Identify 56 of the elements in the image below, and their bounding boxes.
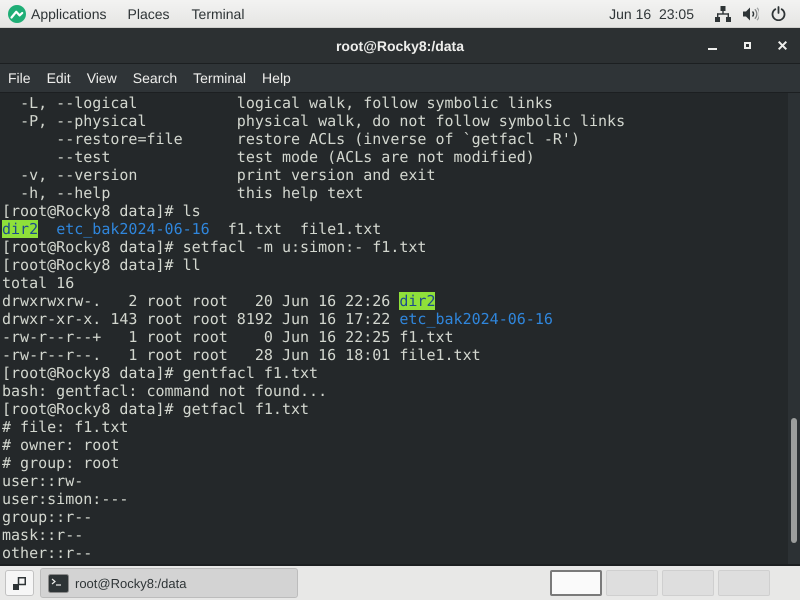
terminal-line: -L, --logical logical walk, follow symbolic links <box>20 94 553 112</box>
top-menu[interactable]: Places <box>116 0 181 27</box>
menu-item[interactable]: View <box>78 64 125 92</box>
top-menu[interactable]: Applications <box>0 0 116 27</box>
squares-icon <box>13 576 26 590</box>
terminal-text: drwxrwxrw-. 2 root root 20 Jun 16 22:26 <box>2 292 390 310</box>
terminal-line: --test test mode (ACLs are not modified) <box>56 148 535 166</box>
volume-icon[interactable] <box>743 6 759 20</box>
menu-item[interactable]: Edit <box>38 64 79 92</box>
terminal-line: bash: gentfacl: command not found... <box>2 382 328 400</box>
terminal-line: --restore=file restore ACLs (inverse of `getfacl -R') <box>56 130 580 148</box>
terminal-line: [root@Rocky8 data]# getfacl f1.txt <box>2 400 310 418</box>
minimize-icon <box>708 48 716 50</box>
menu-item[interactable]: Terminal <box>185 64 254 92</box>
file-name: f1.txt <box>228 220 282 238</box>
power-icon[interactable] <box>771 6 786 21</box>
terminal-line: [root@Rocky8 data]# setfacl -m u:simon:- f1.txt <box>2 238 426 256</box>
terminal-line: -h, --help this help text <box>20 184 364 202</box>
clock[interactable]: Jun 16 23:05 <box>609 6 694 22</box>
terminal-line: # group: root <box>2 454 120 472</box>
top-menu[interactable]: Terminal <box>180 0 256 27</box>
file-name: file1.txt <box>300 220 382 238</box>
terminal-line: [root@Rocky8 data]# ll <box>2 256 201 274</box>
directory-name: etc_bak2024-06-16 <box>56 220 210 238</box>
terminal-line: -rw-r--r--+ 1 root root 0 Jun 16 22:25 f1.txt <box>2 328 454 346</box>
directory-name: dir2 <box>399 292 436 310</box>
terminal-line: [root@Rocky8 data]# gentfacl f1.txt <box>2 364 318 382</box>
terminal-line: user:simon:--- <box>2 490 128 508</box>
terminal-line: other::r-- <box>2 544 92 562</box>
directory-name: dir2 <box>2 220 38 238</box>
maximize-icon <box>744 42 750 49</box>
show-desktop-button[interactable] <box>5 570 34 596</box>
terminal-line: -P, --physical physical walk, do not follow symbolic links <box>20 112 626 130</box>
logo-icon <box>8 4 26 22</box>
terminal-icon <box>48 574 69 592</box>
terminal-line: group::r-- <box>2 508 92 526</box>
scrollbar-track[interactable] <box>788 93 800 564</box>
terminal-line: mask::r-- <box>2 526 84 544</box>
network-icon[interactable] <box>715 6 731 22</box>
terminal-line: # file: f1.txt <box>2 418 128 436</box>
terminal-line: -rw-r--r--. 1 root root 28 Jun 16 18:01 file1.txt <box>2 346 481 364</box>
terminal-text: drwxr-xr-x. 143 root root 8192 Jun 16 17:22 <box>2 310 390 328</box>
workspace-button[interactable] <box>550 570 602 596</box>
close-icon <box>778 41 786 50</box>
menu-item[interactable]: Search <box>124 64 186 92</box>
terminal-line: user::rw- <box>2 472 84 490</box>
menu-item[interactable]: Help <box>254 64 299 92</box>
terminal-line: -v, --version print version and exit <box>20 166 436 184</box>
menu-item[interactable]: File <box>0 64 39 92</box>
scrollbar-thumb[interactable] <box>791 418 797 543</box>
window-title: root@Rocky8:/data <box>336 38 464 54</box>
terminal-line: # owner: root <box>2 436 120 454</box>
taskbar-window-button[interactable]: root@Rocky8:/data <box>40 568 298 598</box>
terminal-line: total 16 <box>2 274 74 292</box>
terminal-line: [root@Rocky8 data]# ls <box>2 202 201 220</box>
directory-name: etc_bak2024-06-16 <box>399 310 553 328</box>
